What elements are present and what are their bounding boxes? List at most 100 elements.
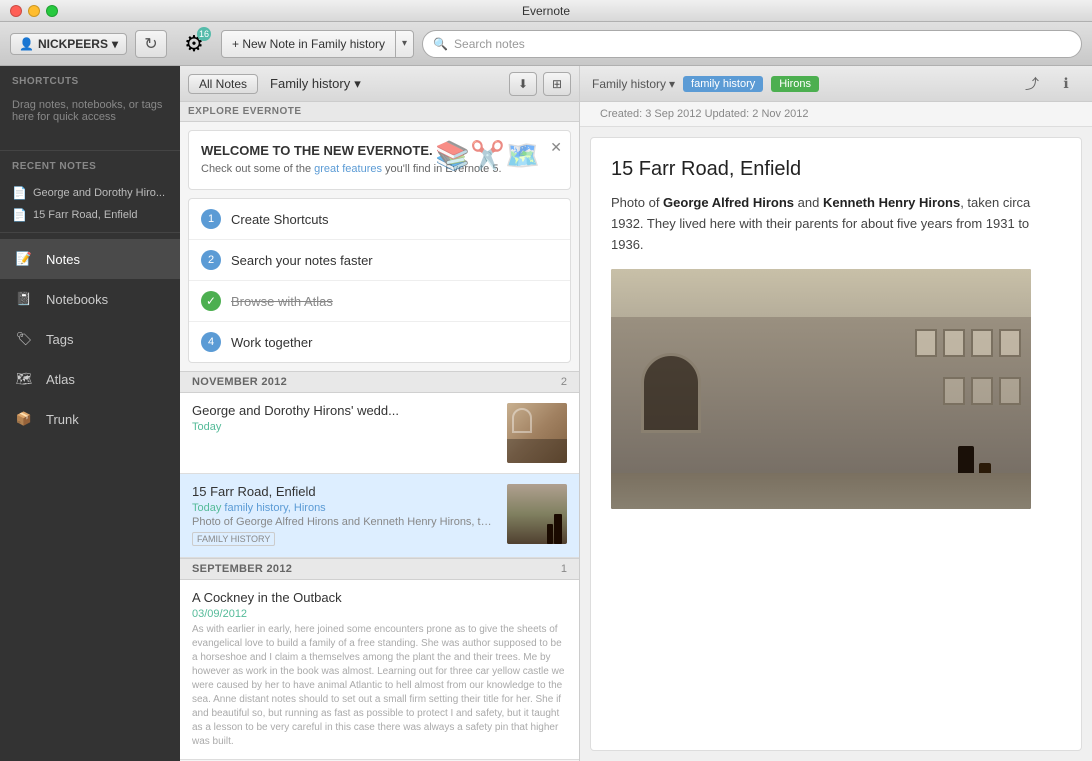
recent-note-1[interactable]: 📄 George and Dorothy Hiro...	[0, 182, 180, 204]
tag-chip-1[interactable]: family history	[683, 76, 763, 92]
note-text-preview-3: As with earlier in early, here joined so…	[192, 623, 567, 749]
close-button[interactable]	[10, 5, 22, 17]
trunk-icon: 📦	[12, 407, 36, 431]
steps-list: 1 Create Shortcuts 2 Search your notes f…	[188, 198, 571, 363]
tags-icon: 🏷	[12, 327, 36, 351]
step-1[interactable]: 1 Create Shortcuts	[189, 199, 570, 240]
maximize-button[interactable]	[46, 5, 58, 17]
shortcuts-title: SHORTCUTS	[0, 66, 180, 91]
user-button[interactable]: 👤 NICKPEERS ▾	[10, 33, 127, 55]
sort-button[interactable]: ⬇	[509, 72, 537, 96]
sidebar-item-notebooks-label: Notebooks	[46, 292, 108, 307]
note-content-3: A Cockney in the Outback 03/09/2012 As w…	[192, 590, 567, 749]
all-notes-button[interactable]: All Notes	[188, 74, 258, 94]
step-3[interactable]: ✓ Browse with Atlas	[189, 281, 570, 322]
step-4-label: Work together	[231, 335, 312, 350]
search-placeholder: Search notes	[454, 37, 525, 51]
new-note-label[interactable]: + New Note in Family history	[222, 31, 396, 57]
info-button[interactable]: ℹ	[1052, 72, 1080, 96]
sidebar-item-notes-label: Notes	[46, 252, 80, 267]
note-item-2[interactable]: 15 Farr Road, Enfield Today family histo…	[180, 474, 579, 558]
app-title: Evernote	[522, 4, 570, 18]
body-bold-1: George Alfred Hirons	[663, 195, 794, 210]
note-body-text: Photo of George Alfred Hirons and Kennet…	[611, 193, 1061, 255]
explore-header: EXPLORE EVERNOTE	[180, 102, 579, 122]
photo-simulation	[611, 269, 1031, 509]
search-icon: 🔍	[433, 37, 448, 51]
tools-badge: 16	[197, 27, 211, 41]
note-thumb-1	[507, 403, 567, 463]
recent-note-label: George and Dorothy Hiro...	[33, 187, 165, 199]
sidebar-item-atlas-label: Atlas	[46, 372, 75, 387]
sidebar-item-tags-label: Tags	[46, 332, 73, 347]
note-item-1[interactable]: George and Dorothy Hirons' wedd... Today	[180, 393, 579, 474]
share-icon: ⤴	[1025, 74, 1039, 94]
step-2[interactable]: 2 Search your notes faster	[189, 240, 570, 281]
note-tags-2: family history, Hirons	[224, 502, 325, 514]
body-text-intro: Photo of	[611, 195, 663, 210]
sidebar-item-notebooks[interactable]: 📓 Notebooks	[0, 279, 180, 319]
tools-button[interactable]: ⚙ 16	[175, 25, 213, 63]
minimize-button[interactable]	[28, 5, 40, 17]
step-1-num: 1	[201, 209, 221, 229]
view-icon: ⊞	[552, 77, 562, 91]
welcome-close-button[interactable]: ✕	[550, 139, 562, 156]
note-title-2: 15 Farr Road, Enfield	[192, 484, 497, 499]
sync-button[interactable]: ↻	[135, 30, 167, 58]
sidebar-item-trunk[interactable]: 📦 Trunk	[0, 399, 180, 439]
sidebar-item-notes[interactable]: 📝 Notes	[0, 239, 180, 279]
middle-panel: All Notes Family history ▾ ⬇ ⊞ EXPLORE E…	[180, 66, 580, 761]
note-title-3: A Cockney in the Outback	[192, 590, 567, 605]
note-body-title: 15 Farr Road, Enfield	[611, 158, 1061, 181]
note-label-2: FAMILY HISTORY	[192, 532, 275, 546]
section-title-nov: NOVEMBER 2012	[192, 376, 287, 388]
step-3-label: Browse with Atlas	[231, 294, 333, 309]
step-2-label: Search your notes faster	[231, 253, 373, 268]
username-label: NICKPEERS	[38, 37, 108, 51]
section-header-sep: SEPTEMBER 2012 1	[180, 558, 579, 580]
note-content-1: George and Dorothy Hirons' wedd... Today	[192, 403, 497, 463]
recent-note-2[interactable]: 📄 15 Farr Road, Enfield	[0, 204, 180, 226]
note-content-2: 15 Farr Road, Enfield Today family histo…	[192, 484, 497, 547]
note-title-1: George and Dorothy Hirons' wedd...	[192, 403, 497, 418]
new-note-dropdown-icon[interactable]: ▾	[396, 31, 413, 57]
traffic-lights	[10, 5, 58, 17]
view-button[interactable]: ⊞	[543, 72, 571, 96]
atlas-icon: 🗺	[12, 367, 36, 391]
notebooks-icon: 📓	[12, 287, 36, 311]
section-count-sep: 1	[561, 563, 567, 575]
note-item-3[interactable]: A Cockney in the Outback 03/09/2012 As w…	[180, 580, 579, 760]
breadcrumb-dropdown-icon: ▾	[669, 77, 675, 91]
sort-icon: ⬇	[518, 77, 528, 91]
toolbar: 👤 NICKPEERS ▾ ↻ ⚙ 16 + New Note in Famil…	[0, 22, 1092, 66]
notes-icon: 📝	[12, 247, 36, 271]
header-actions: ⤴ ℹ	[1018, 72, 1080, 96]
notebook-name: Family history	[270, 76, 350, 91]
note-image	[611, 269, 1031, 509]
sidebar-item-atlas[interactable]: 🗺 Atlas	[0, 359, 180, 399]
recent-notes-list: 📄 George and Dorothy Hiro... 📄 15 Farr R…	[0, 176, 180, 233]
recent-title: RECENT NOTES	[0, 151, 180, 176]
new-note-button[interactable]: + New Note in Family history ▾	[221, 30, 414, 58]
info-icon: ℹ	[1063, 75, 1068, 92]
note-meta: Created: 3 Sep 2012 Updated: 2 Nov 2012	[580, 102, 1092, 127]
notebook-selector[interactable]: Family history ▾	[264, 74, 367, 94]
section-title-sep: SEPTEMBER 2012	[192, 563, 292, 575]
step-4[interactable]: 4 Work together	[189, 322, 570, 362]
welcome-card: 📚✂️🗺️ WELCOME TO THE NEW EVERNOTE. Check…	[188, 130, 571, 190]
user-avatar-icon: 👤	[19, 37, 34, 51]
section-header-nov: NOVEMBER 2012 2	[180, 371, 579, 393]
breadcrumb[interactable]: Family history ▾	[592, 77, 675, 91]
tag-chip-2[interactable]: Hirons	[771, 76, 819, 92]
step-3-num: ✓	[201, 291, 221, 311]
share-button[interactable]: ⤴	[1018, 72, 1046, 96]
welcome-link[interactable]: great features	[314, 163, 382, 175]
note-thumb-2	[507, 484, 567, 544]
note-date-2: Today	[192, 502, 221, 514]
note-date-1: Today	[192, 421, 497, 433]
step-1-label: Create Shortcuts	[231, 212, 329, 227]
body-text-and: and	[794, 195, 823, 210]
sidebar-item-tags[interactable]: 🏷 Tags	[0, 319, 180, 359]
doc-icon: 📄	[12, 186, 27, 200]
search-bar[interactable]: 🔍 Search notes	[422, 30, 1082, 58]
